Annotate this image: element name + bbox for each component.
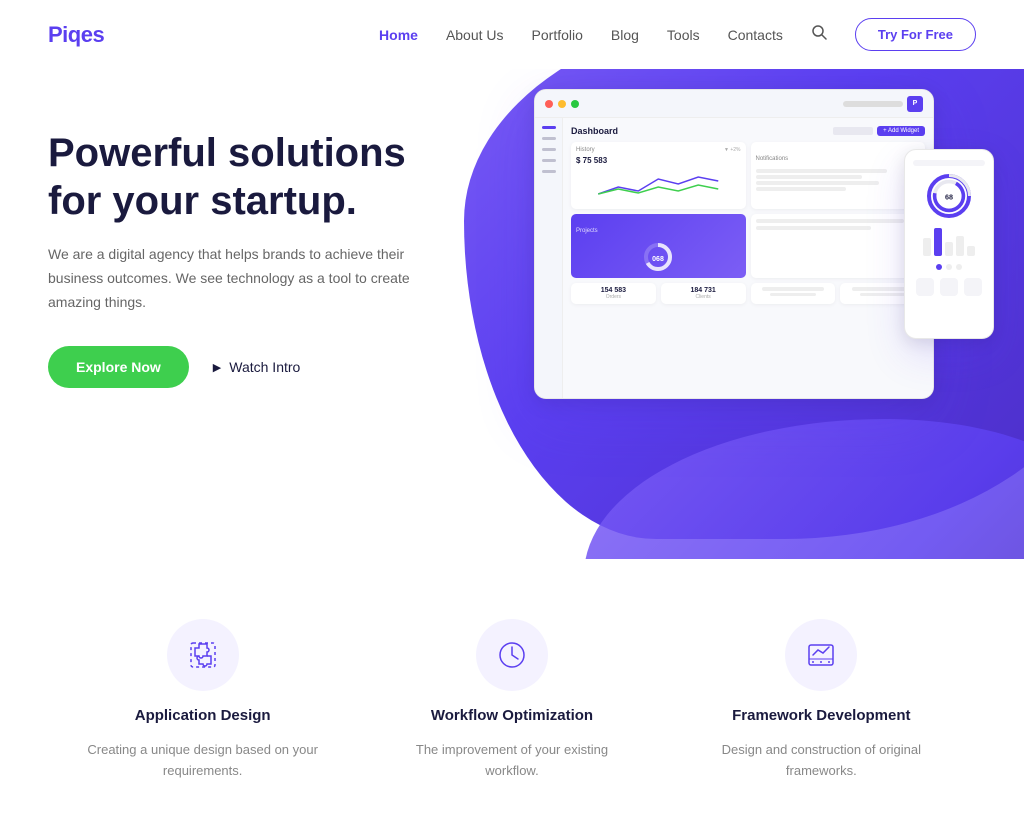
- explore-now-button[interactable]: Explore Now: [48, 346, 189, 388]
- phone-bar-chart: [923, 226, 975, 256]
- dot-yellow: [558, 100, 566, 108]
- hero-title: Powerful solutions for your startup.: [48, 129, 432, 225]
- feature-desc-3: Design and construction of original fram…: [701, 740, 941, 782]
- feature-title-3: Framework Development: [732, 707, 910, 724]
- dot-red: [545, 100, 553, 108]
- nav-home[interactable]: Home: [379, 27, 418, 43]
- phone-pagination: [936, 264, 962, 270]
- feature-icon-wrap-1: [167, 619, 239, 691]
- feature-framework-development: Framework Development Design and constru…: [701, 619, 941, 782]
- nav-blog[interactable]: Blog: [611, 27, 639, 43]
- sidebar-icon-2: [542, 137, 556, 140]
- dot-green: [571, 100, 579, 108]
- projects-donut: 068: [642, 241, 674, 273]
- logo: Piqes: [48, 22, 104, 48]
- clients-value: 184 731: [665, 287, 742, 294]
- bar-5: [967, 246, 975, 256]
- phone-mockup: 68: [904, 149, 994, 339]
- hero-description: We are a digital agency that helps brand…: [48, 243, 428, 314]
- bar-4: [956, 236, 964, 256]
- topbar: P: [535, 90, 933, 118]
- phone-action-icons: [916, 278, 982, 296]
- orders-value: 154 583: [575, 287, 652, 294]
- dashboard-inner: Dashboard + Add Widget History ▼ +2%: [535, 118, 933, 398]
- feature-title-2: Workflow Optimization: [431, 707, 593, 724]
- stat-orders: 154 583 Orders: [571, 283, 656, 304]
- projects-label: Projects: [576, 228, 598, 234]
- sidebar-icon-3: [542, 148, 556, 151]
- nav-portfolio[interactable]: Portfolio: [532, 27, 583, 43]
- hero-content: Powerful solutions for your startup. We …: [0, 69, 480, 428]
- phone-icon-2: [940, 278, 958, 296]
- feature-icon-wrap-3: [785, 619, 857, 691]
- svg-text:068: 068: [652, 256, 664, 263]
- chart-icon: [803, 637, 839, 673]
- bar-2: [934, 228, 942, 256]
- dashboard-main: Dashboard + Add Widget History ▼ +2%: [563, 118, 933, 398]
- search-icon: [811, 24, 827, 40]
- dashboard-sidebar: [535, 118, 563, 398]
- clock-icon: [494, 637, 530, 673]
- feature-workflow-optimization: Workflow Optimization The improvement of…: [392, 619, 632, 782]
- dashboard-mockup: P Dashboard + Add W: [534, 89, 994, 479]
- phone-icon-3: [964, 278, 982, 296]
- nav-about[interactable]: About Us: [446, 27, 504, 43]
- hero-actions: Explore Now Watch Intro: [48, 346, 432, 388]
- nav-tools[interactable]: Tools: [667, 27, 700, 43]
- features-section: Application Design Creating a unique des…: [0, 559, 1024, 822]
- feature-application-design: Application Design Creating a unique des…: [83, 619, 323, 782]
- dot-3: [956, 264, 962, 270]
- extra-card: [751, 214, 926, 278]
- phone-donut: 68: [927, 174, 971, 218]
- puzzle-icon: [185, 637, 221, 673]
- feature-icon-wrap-2: [476, 619, 548, 691]
- clients-label: Clients: [665, 294, 742, 300]
- watch-intro-button[interactable]: Watch Intro: [213, 359, 301, 375]
- sidebar-icon-4: [542, 159, 556, 162]
- bar-3: [945, 242, 953, 256]
- dashboard-title: Dashboard: [571, 126, 618, 136]
- dot-1: [936, 264, 942, 270]
- dashboard-header-row: Dashboard + Add Widget: [571, 126, 925, 136]
- sidebar-icon-5: [542, 170, 556, 173]
- search-button[interactable]: [811, 24, 827, 45]
- feature-title-1: Application Design: [135, 707, 271, 724]
- bar-1: [923, 238, 931, 256]
- phone-icon-1: [916, 278, 934, 296]
- add-widget-button[interactable]: + Add Widget: [877, 126, 925, 136]
- stat-clients: 184 731 Clients: [661, 283, 746, 304]
- notifications-label: Notifications: [756, 156, 789, 162]
- dot-2: [946, 264, 952, 270]
- svg-text:68: 68: [945, 193, 953, 202]
- try-for-free-button[interactable]: Try For Free: [855, 18, 976, 51]
- main-nav: Home About Us Portfolio Blog Tools Conta…: [379, 18, 976, 51]
- dashboard-grid: History ▼ +2% $ 75 583: [571, 142, 925, 278]
- mini-chart: [576, 169, 741, 204]
- nav-contacts[interactable]: Contacts: [728, 27, 783, 43]
- history-card: History ▼ +2% $ 75 583: [571, 142, 746, 209]
- notifications-card: Notifications: [751, 142, 926, 209]
- header: Piqes Home About Us Portfolio Blog Tools…: [0, 0, 1024, 69]
- feature-desc-1: Creating a unique design based on your r…: [83, 740, 323, 782]
- laptop-mockup: P Dashboard + Add W: [534, 89, 934, 399]
- hero-section: Powerful solutions for your startup. We …: [0, 69, 1024, 559]
- history-label: History: [576, 147, 595, 153]
- orders-label: Orders: [575, 294, 652, 300]
- stat-extra: [751, 283, 836, 304]
- stats-row: 154 583 Orders 184 731 Clients: [571, 283, 925, 304]
- history-value: $ 75 583: [576, 156, 741, 165]
- feature-desc-2: The improvement of your existing workflo…: [392, 740, 632, 782]
- sidebar-icon-1: [542, 126, 556, 129]
- projects-card: Projects 068: [571, 214, 746, 278]
- logo-text: Piqes: [48, 22, 104, 47]
